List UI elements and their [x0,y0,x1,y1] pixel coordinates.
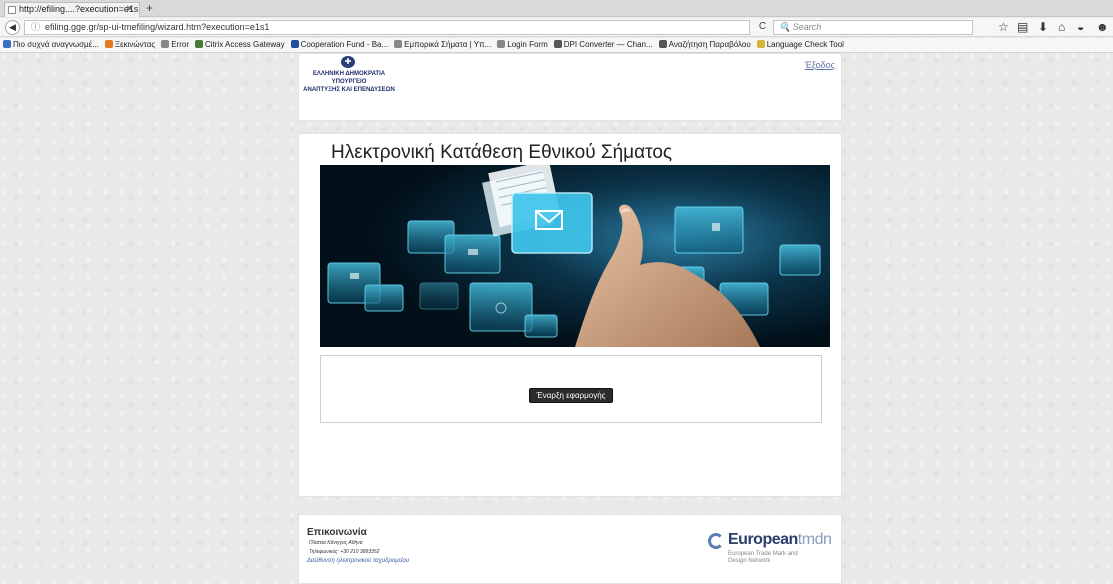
bookmark-favicon-icon [756,40,765,48]
greek-emblem-icon: ✚ [341,56,355,68]
new-tab-button[interactable]: + [146,1,153,15]
tab-title: http://efiling....?execution=e1s1 [19,4,140,14]
bookmark-label: DPI Converter — Chan... [563,40,653,49]
reading-list-icon[interactable]: ▤ [1017,20,1028,34]
bookmark-favicon-icon [497,40,506,48]
contact-email-link[interactable]: Διεύθυνση ηλεκτρονικού ταχυδρομείου [307,558,409,564]
tab-bar: http://efiling....?execution=e1s1 ✕ + [0,0,1113,17]
bookmark-favicon-icon [553,40,562,48]
bookmark-item[interactable]: Ξεκινώντας [104,38,156,52]
bookmark-favicon-icon [394,40,403,48]
search-placeholder: Search [792,22,822,32]
bookmark-label: Login Form [507,40,548,49]
bookmark-item[interactable]: DPI Converter — Chan... [553,38,653,52]
site-info-icon[interactable]: ⓘ [31,22,40,32]
bookmark-item[interactable]: Εμπορικά Σήματα | Υπ... [394,38,491,52]
bookmark-star-icon[interactable]: ☆ [998,20,1009,34]
tmdn-swirl-icon [708,533,724,549]
bookmark-label: Αναζήτηση Παραβόλου [668,40,751,49]
bookmark-item[interactable]: Πιο συχνά αναγνωσμέ... [3,38,99,52]
address-bar[interactable]: ⓘ efiling.gge.gr/sp-ui-tmefiling/wizard.h… [24,20,750,35]
pocket-icon[interactable]: ◒ [1077,20,1084,34]
footer-panel: Επικοινωνία Πλατεία Κάνιγγος Αθήνα Τηλεφ… [298,514,842,584]
page-favicon-icon [8,6,16,14]
header-panel: ✚ ΕΛΛΗΝΙΚΗ ΔΗΜΟΚΡΑΤΙΑ ΥΠΟΥΡΓΕΙΟ ΑΝΑΠΤΥΞΗ… [298,53,842,121]
bookmark-favicon-icon [194,40,203,48]
reload-icon[interactable]: C [755,20,770,35]
bookmark-favicon-icon [3,40,11,48]
url-text: efiling.gge.gr/sp-ui-tmefiling/wizard.ht… [45,22,270,32]
bookmark-label: Language Check Tool [766,40,844,49]
search-input[interactable]: 🔍 Search [773,20,973,35]
contact-heading: Επικοινωνία [307,527,367,538]
bookmark-item[interactable]: Αναζήτηση Παραβόλου [658,38,751,52]
ministry-logo-text: ΕΛΛΗΝΙΚΗ ΔΗΜΟΚΡΑΤΙΑ ΥΠΟΥΡΓΕΙΟ ΑΝΑΠΤΥΞΗΣ … [303,71,395,93]
main-panel: Ηλεκτρονική Κατάθεση Εθνικού Σήματος Ένα… [298,133,842,497]
start-application-button[interactable]: Έναρξη εφαρμογής [529,388,613,403]
logout-link[interactable]: Έξοδος [805,60,835,70]
bookmark-item[interactable]: Citrix Access Gateway [194,38,285,52]
bookmark-label: Cooperation Fund - Ba... [300,40,389,49]
navigation-bar: ◀ ⓘ efiling.gge.gr/sp-ui-tmefiling/wizard… [0,18,1113,37]
bookmark-item[interactable]: Login Form [497,38,548,52]
contact-address: Πλατεία Κάνιγγος Αθήνα [309,540,363,546]
bookmark-item[interactable]: Cooperation Fund - Ba... [290,38,389,52]
extension-icon[interactable]: ☻ [1096,20,1109,34]
bookmark-item[interactable]: Error [161,38,189,52]
page-title: Ηλεκτρονική Κατάθεση Εθνικού Σήματος [331,142,673,163]
contact-phone: Τηλεφωνικός: +30 210 3893352 [309,549,380,555]
bookmark-label: Citrix Access Gateway [204,40,285,49]
bookmark-favicon-icon [290,40,299,48]
bookmarks-toolbar: Πιο συχνά αναγνωσμέ... Ξεκινώντας Error Cit… [0,38,1113,53]
browser-tab[interactable]: http://efiling....?execution=e1s1 ✕ [4,2,140,17]
home-icon[interactable]: ⌂ [1058,20,1065,34]
back-button[interactable]: ◀ [5,20,20,35]
bookmark-item[interactable]: Language Check Tool [756,38,844,52]
bookmark-favicon-icon [161,40,170,48]
european-tmdn-logo: Europeantmdn European Trade Mark and Des… [708,530,832,570]
bookmark-label: Εμπορικά Σήματα | Υπ... [404,40,492,49]
bookmark-favicon-icon [104,40,113,48]
bookmark-label: Πιο συχνά αναγνωσμέ... [13,40,99,49]
bookmark-favicon-icon [658,40,667,48]
bookmark-label: Error [171,40,189,49]
hero-banner-image [320,165,830,347]
start-container: Έναρξη εφαρμογής [320,355,822,423]
bookmark-label: Ξεκινώντας [114,40,156,49]
close-tab-icon[interactable]: ✕ [126,3,134,16]
download-icon[interactable]: ⬇ [1038,20,1048,34]
